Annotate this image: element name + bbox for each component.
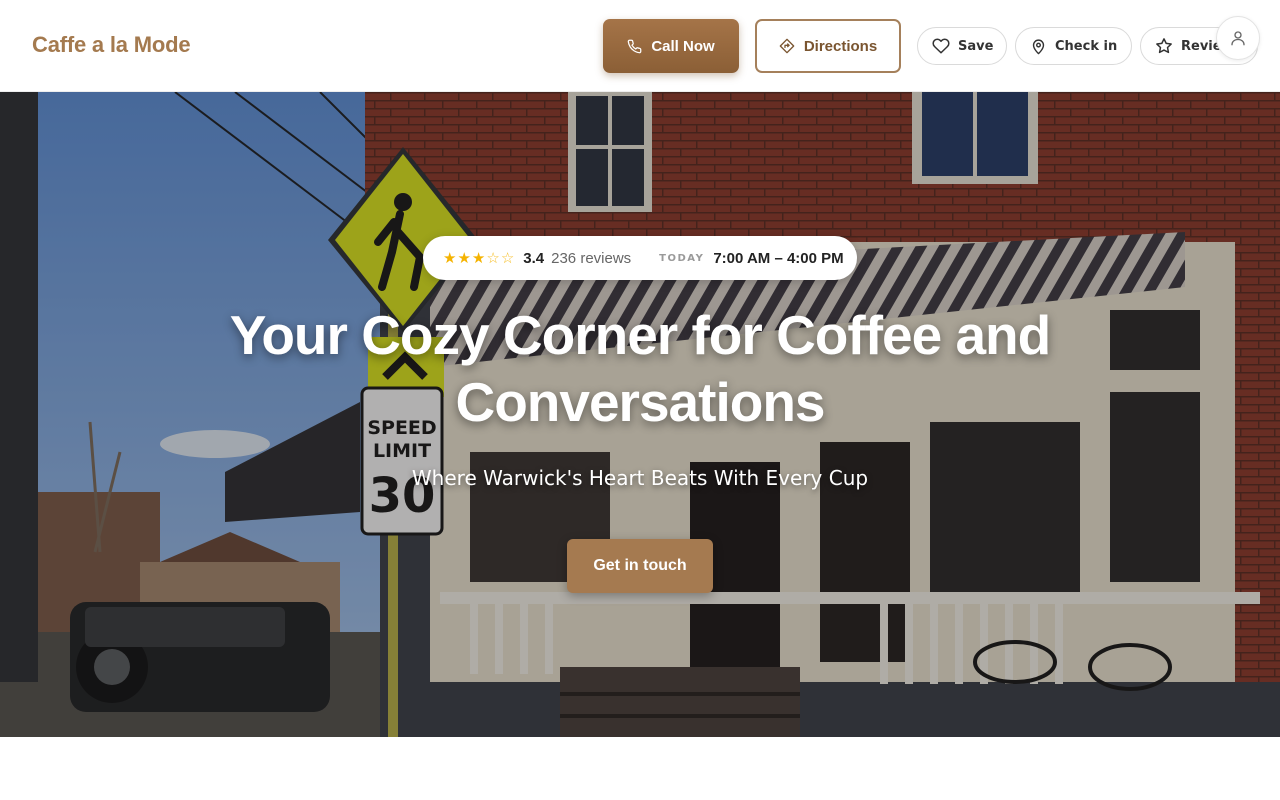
star-icon xyxy=(1155,37,1173,55)
rating-hours-bar: ★ ★ ★ ☆ ☆ 3.4 236 reviews TODAY 7:00 AM – 4:… xyxy=(423,236,857,280)
save-label: Save xyxy=(958,38,994,54)
rating-stars: ★ ★ ★ ☆ ☆ xyxy=(443,251,514,266)
star-empty-icon: ☆ xyxy=(486,249,500,267)
today-label: TODAY xyxy=(659,252,705,264)
get-in-touch-button[interactable]: Get in touch xyxy=(567,539,713,593)
opening-hours: 7:00 AM – 4:00 PM xyxy=(713,249,844,267)
user-icon xyxy=(1229,29,1247,47)
save-button[interactable]: Save xyxy=(917,27,1007,65)
star-filled-icon: ★ xyxy=(443,249,457,267)
directions-label: Directions xyxy=(803,37,878,55)
map-pin-icon xyxy=(1030,38,1047,55)
hero-section: SPEED LIMIT 30 ★ ★ ★ ☆ ☆ 3.4 236 reviews TOD… xyxy=(0,92,1280,737)
heart-icon xyxy=(932,37,950,55)
top-navigation-bar: Caffe a la Mode Call Now Directions Save xyxy=(0,0,1280,92)
phone-icon xyxy=(627,39,642,54)
check-in-label: Check in xyxy=(1055,38,1118,54)
hero-subheadline: Where Warwick's Heart Beats With Every C… xyxy=(411,466,869,490)
call-now-button[interactable]: Call Now xyxy=(603,19,739,73)
rating-value: 3.4 xyxy=(523,249,545,267)
brand-logo-text[interactable]: Caffe a la Mode xyxy=(32,32,191,58)
review-count-link[interactable]: 236 reviews xyxy=(551,250,631,267)
account-button[interactable] xyxy=(1216,16,1260,60)
star-empty-icon: ☆ xyxy=(500,249,515,267)
hero-headline: Your Cozy Corner for Coffee and Conversa… xyxy=(229,304,1052,433)
directions-icon xyxy=(779,38,795,54)
directions-button[interactable]: Directions xyxy=(755,19,901,73)
check-in-button[interactable]: Check in xyxy=(1015,27,1132,65)
star-filled-icon: ★ xyxy=(471,249,486,267)
star-filled-icon: ★ xyxy=(457,249,471,267)
call-now-label: Call Now xyxy=(651,37,715,55)
